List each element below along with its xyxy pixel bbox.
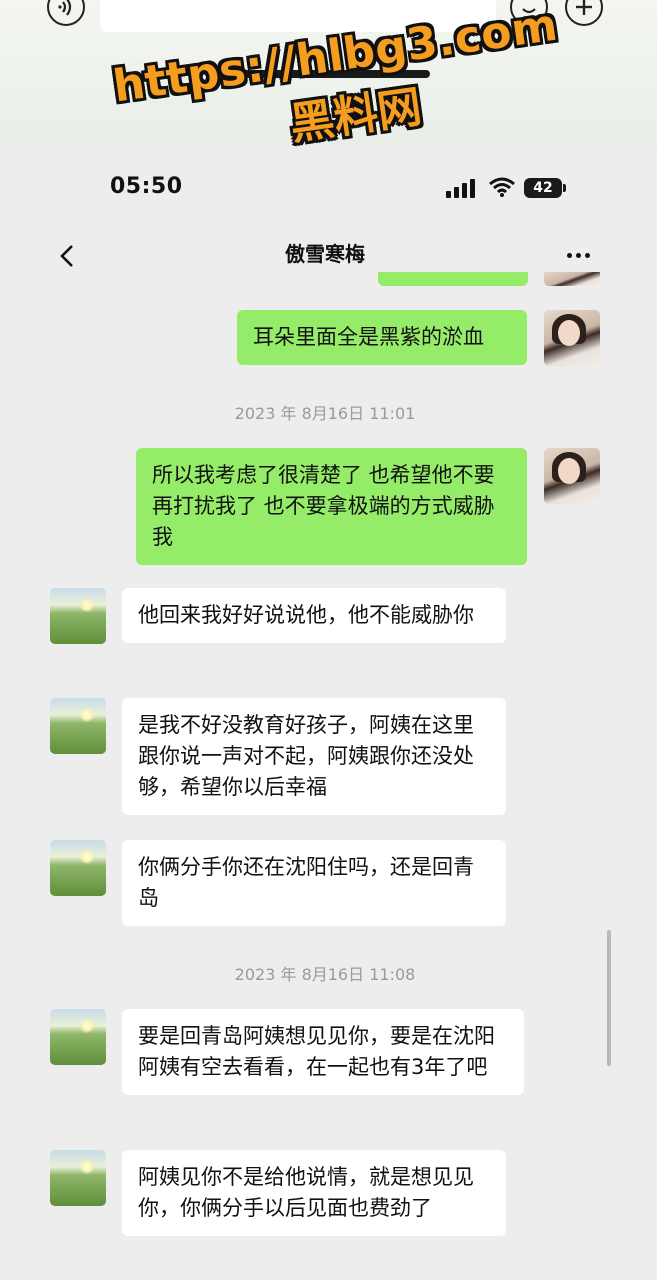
my-avatar[interactable] [544, 310, 600, 366]
emoji-icon[interactable] [510, 0, 548, 26]
my-avatar-partial [544, 272, 600, 286]
wifi-icon [488, 176, 516, 202]
contact-message-bubble[interactable]: 他回来我好好说说他，他不能威胁你 [122, 588, 506, 643]
contact-avatar[interactable] [50, 1150, 106, 1206]
message-timestamp: 2023 年 8月16日 11:08 [234, 965, 416, 984]
scrollbar[interactable] [607, 930, 611, 1066]
more-dots-icon[interactable] [562, 240, 594, 270]
home-indicator [220, 70, 430, 78]
message-timestamp: 2023 年 8月16日 11:01 [234, 404, 416, 423]
contact-avatar[interactable] [50, 588, 106, 644]
previous-message-bubble [378, 272, 528, 286]
contact-message-bubble[interactable]: 要是回青岛阿姨想见见你，要是在沈阳阿姨有空去看看，在一起也有3年了吧 [122, 1009, 524, 1095]
contact-message-bubble[interactable]: 你俩分手你还在沈阳住吗，还是回青岛 [122, 840, 506, 926]
chat-screenshot: 05:50 42 傲雪寒梅 耳朵里面全是黑紫的淤血 2023 年 8月16日 1… [34, 148, 616, 1280]
my-message-bubble[interactable]: 所以我考虑了很清楚了 也希望他不要再打扰我了 也不要拿极端的方式威胁我 [136, 448, 527, 565]
contact-avatar[interactable] [50, 840, 106, 896]
voice-input-icon[interactable] [47, 0, 85, 26]
message-input[interactable] [100, 0, 496, 32]
status-bar: 05:50 42 [34, 148, 616, 228]
chat-title: 傲雪寒梅 [285, 242, 365, 266]
battery-indicator: 42 [524, 178, 562, 198]
contact-message-bubble[interactable]: 是我不好没教育好孩子，阿姨在这里跟你说一声对不起，阿姨跟你还没处够，希望你以后幸… [122, 698, 506, 815]
cellular-signal-icon [446, 178, 476, 202]
plus-icon[interactable] [565, 0, 603, 26]
chat-header: 傲雪寒梅 [34, 228, 616, 282]
battery-cap [563, 184, 566, 192]
status-time: 05:50 [110, 174, 183, 199]
my-avatar[interactable] [544, 448, 600, 504]
my-message-bubble[interactable]: 耳朵里面全是黑紫的淤血 [237, 310, 527, 365]
contact-message-bubble[interactable]: 阿姨见你不是给他说情，就是想见见你，你俩分手以后见面也费劲了 [122, 1150, 506, 1236]
contact-avatar[interactable] [50, 698, 106, 754]
previous-input-bar [0, 0, 657, 150]
contact-avatar[interactable] [50, 1009, 106, 1065]
